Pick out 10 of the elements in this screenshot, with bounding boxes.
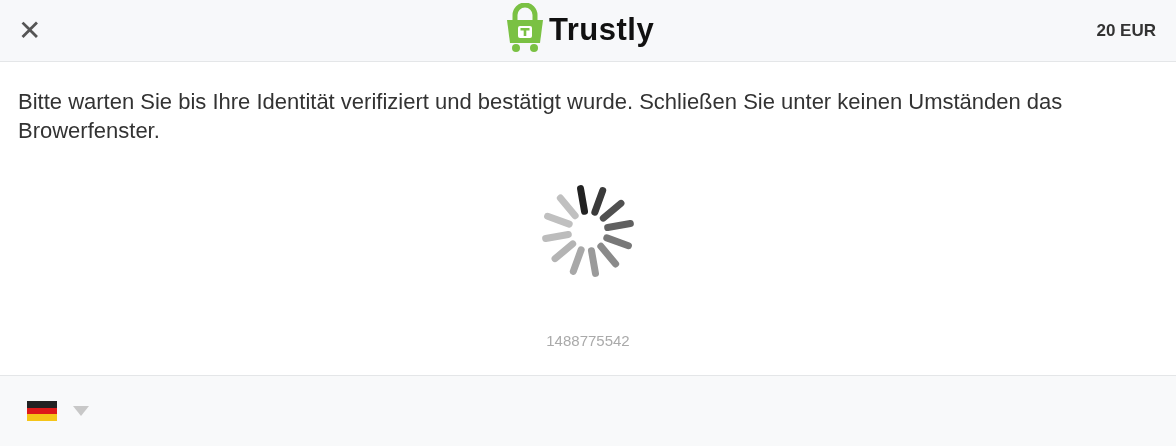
padlock-cart-icon bbox=[505, 3, 545, 53]
wait-message: Bitte warten Sie bis Ihre Identität verifiziert und bestätigt wurde. Schließen Sie unter keinen Umständen das Browerfenster. bbox=[18, 88, 1064, 145]
spinner-icon bbox=[540, 183, 636, 279]
amount-label: 20 EUR bbox=[1096, 20, 1156, 41]
german-flag-icon bbox=[27, 401, 57, 421]
language-selector[interactable] bbox=[27, 401, 89, 421]
logo-text: Trustly bbox=[549, 12, 655, 48]
reference-number: 1488775542 bbox=[546, 332, 630, 349]
caret-icon bbox=[73, 406, 89, 416]
close-button[interactable]: ✕ bbox=[16, 14, 44, 47]
